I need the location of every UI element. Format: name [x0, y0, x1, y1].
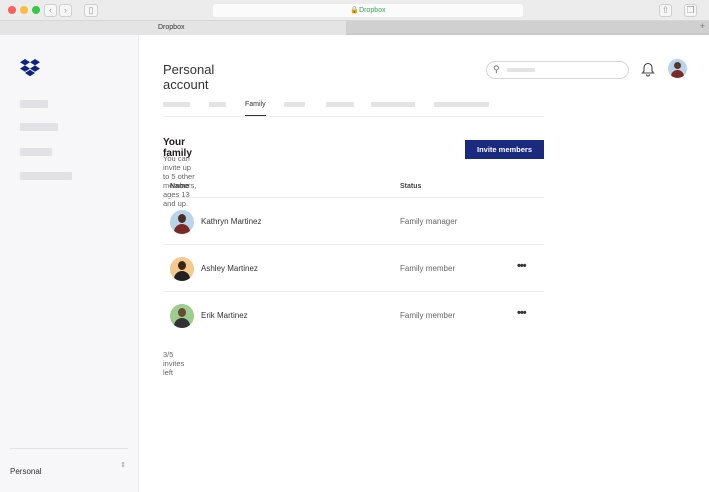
- sidebar-item[interactable]: [20, 100, 48, 108]
- updown-chevron-icon: ⇕: [120, 462, 126, 469]
- account-switcher-label: Personal: [10, 467, 42, 476]
- member-name: Kathryn Martinez: [201, 217, 262, 226]
- divider: [10, 448, 128, 449]
- avatar: [170, 210, 194, 234]
- member-name: Erik Martinez: [201, 311, 248, 320]
- tab[interactable]: [163, 102, 190, 107]
- table-row: Kathryn Martinez Family manager: [163, 197, 544, 244]
- column-header-name: Name: [170, 183, 190, 190]
- url-text: Dropbox: [359, 7, 386, 14]
- member-status: Family member: [400, 264, 456, 273]
- new-tab-button[interactable]: +: [700, 21, 705, 31]
- table-row: Ashley Martinez Family member •••: [163, 244, 544, 291]
- sidebar-toggle-icon[interactable]: ▯: [84, 4, 98, 17]
- bell-icon[interactable]: [641, 62, 655, 77]
- member-status: Family member: [400, 311, 456, 320]
- sidebar-item[interactable]: [20, 148, 52, 156]
- account-tabs: Family: [163, 97, 544, 117]
- sidebar-item[interactable]: [20, 123, 58, 131]
- browser-titlebar: ‹ › ▯ 🔒Dropbox ⇧ ❐: [0, 0, 709, 21]
- share-icon[interactable]: ⇧: [659, 4, 672, 17]
- browser-tab[interactable]: Dropbox: [0, 21, 346, 35]
- tab[interactable]: [209, 102, 226, 107]
- page-title: Personal account: [163, 62, 215, 92]
- account-switcher[interactable]: Personal ⇕: [10, 461, 128, 476]
- sidebar-item[interactable]: [20, 172, 72, 180]
- invite-members-button[interactable]: Invite members: [465, 140, 544, 159]
- tabs-overview-icon[interactable]: ❐: [684, 4, 697, 17]
- avatar: [170, 257, 194, 281]
- member-name: Ashley Martinez: [201, 264, 258, 273]
- user-avatar[interactable]: [668, 59, 687, 78]
- tab[interactable]: [434, 102, 489, 107]
- tab[interactable]: [371, 102, 415, 107]
- search-icon: ⚲: [493, 64, 500, 74]
- lock-icon: 🔒: [350, 7, 360, 14]
- tab[interactable]: [284, 102, 305, 107]
- browser-tabbar: Dropbox +: [0, 21, 709, 35]
- maximize-window-icon[interactable]: [32, 6, 40, 14]
- tab[interactable]: [326, 102, 354, 107]
- forward-icon[interactable]: ›: [59, 4, 72, 17]
- close-window-icon[interactable]: [8, 6, 16, 14]
- minimize-window-icon[interactable]: [20, 6, 28, 14]
- back-icon[interactable]: ‹: [44, 4, 57, 17]
- table-row: Erik Martinez Family member •••: [163, 291, 544, 338]
- more-options-icon[interactable]: •••: [517, 260, 527, 272]
- member-status: Family manager: [400, 217, 458, 226]
- sidebar: Personal ⇕: [0, 35, 139, 492]
- search-input[interactable]: ⚲: [486, 61, 629, 79]
- avatar: [170, 304, 194, 328]
- address-bar[interactable]: 🔒Dropbox: [213, 4, 523, 17]
- invites-left: 3/5 invites left: [163, 350, 185, 377]
- dropbox-logo-icon[interactable]: [20, 59, 40, 77]
- more-options-icon[interactable]: •••: [517, 307, 527, 319]
- column-header-status: Status: [400, 183, 422, 190]
- tab-family[interactable]: Family: [245, 101, 266, 116]
